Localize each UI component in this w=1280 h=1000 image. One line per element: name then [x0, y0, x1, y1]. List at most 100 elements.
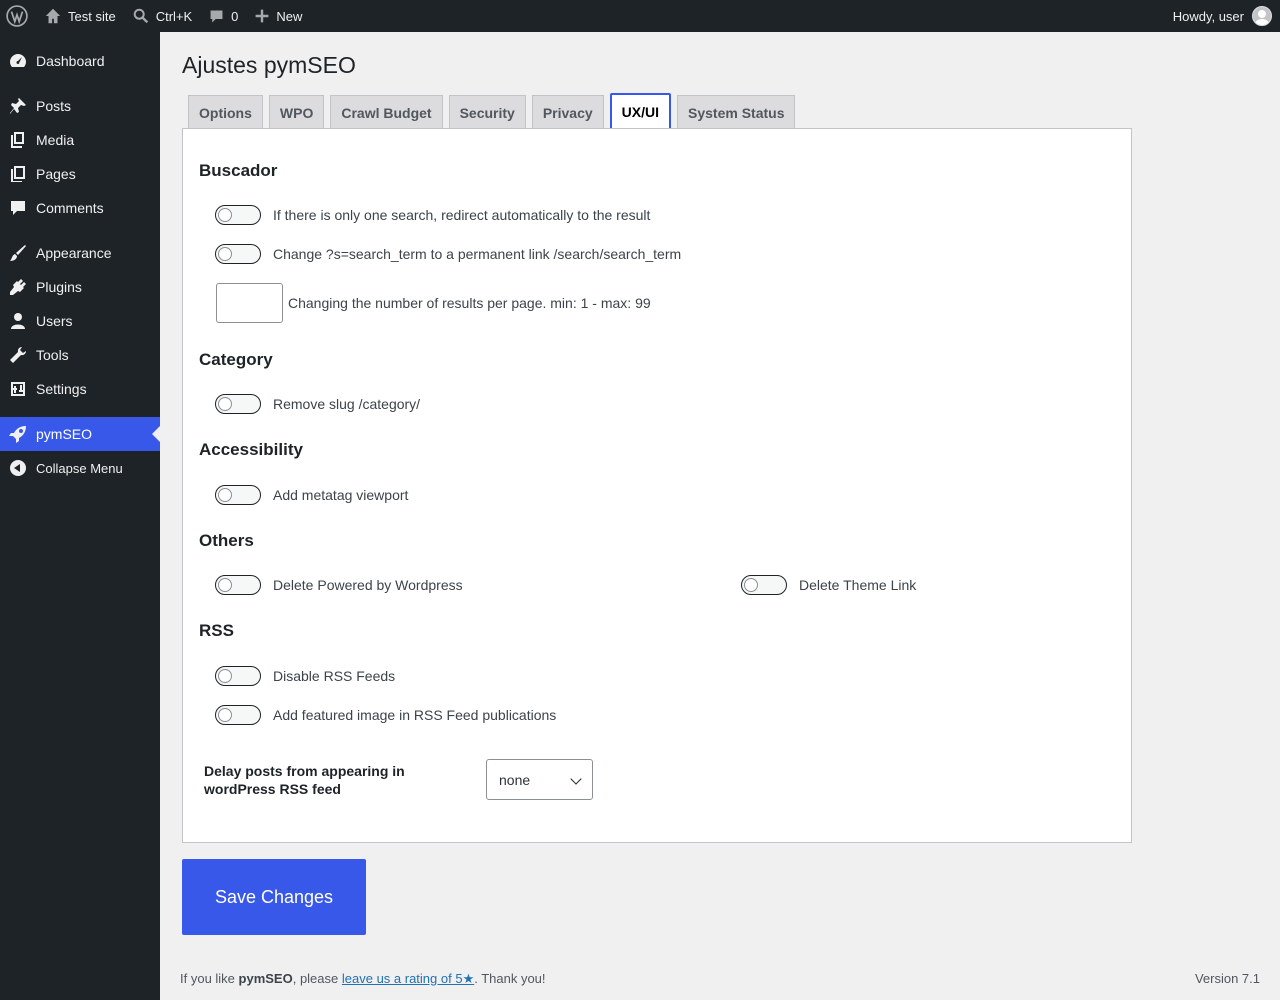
setting-disable-rss: Disable RSS Feeds	[215, 666, 395, 686]
save-changes-button[interactable]: Save Changes	[182, 859, 366, 935]
admin-footer: If you like pymSEO, please leave us a ra…	[180, 971, 1260, 987]
sidebar-item-dashboard[interactable]: Dashboard	[0, 44, 160, 78]
admin-bar: Test site Ctrl+K 0 New Howdy, user	[0, 0, 1280, 32]
wrench-icon	[10, 346, 27, 363]
search-shortcut: Ctrl+K	[155, 8, 193, 24]
collapse-menu-button[interactable]: Collapse Menu	[0, 451, 160, 485]
settings-panel: Buscador If there is only one search, re…	[182, 128, 1132, 843]
settings-tabs: Options WPO Crawl Budget Security Privac…	[182, 93, 1260, 131]
footer-brand: pymSEO	[238, 971, 293, 986]
rating-link[interactable]: leave us a rating of 5★	[342, 971, 474, 986]
sidebar-item-label: pymSEO	[36, 426, 93, 442]
section-heading-category: Category	[199, 350, 273, 369]
tab-options[interactable]: Options	[188, 95, 263, 129]
dashboard-icon	[10, 54, 26, 67]
media-icon	[11, 132, 24, 148]
setting-label: If there is only one search, redirect au…	[273, 207, 651, 223]
pin-icon	[10, 98, 26, 114]
toggle-switch[interactable]	[741, 575, 787, 595]
tab-security[interactable]: Security	[448, 95, 526, 129]
tab-crawl-budget[interactable]: Crawl Budget	[330, 95, 443, 129]
toggle-switch[interactable]	[215, 205, 261, 225]
setting-metatag-viewport: Add metatag viewport	[215, 485, 408, 505]
setting-label: Changing the number of results per page.…	[288, 295, 651, 311]
new-content-link[interactable]: New	[246, 0, 310, 32]
section-heading-others: Others	[199, 531, 254, 550]
sidebar-item-users[interactable]: Users	[0, 304, 160, 338]
sidebar-item-label: Media	[36, 132, 75, 148]
setting-label: Disable RSS Feeds	[273, 668, 396, 684]
rss-delay-select[interactable]: none	[486, 759, 593, 800]
version-text: Version 7.1	[1194, 971, 1260, 986]
sidebar-item-plugins[interactable]: Plugins	[0, 270, 160, 304]
sidebar-item-pages[interactable]: Pages	[0, 157, 160, 191]
search-icon	[133, 8, 148, 24]
sidebar-item-label: Tools	[36, 347, 69, 363]
setting-redirect-single-search: If there is only one search, redirect au…	[215, 205, 650, 225]
section-heading-buscador: Buscador	[199, 161, 278, 180]
avatar	[1252, 6, 1272, 26]
sliders-icon	[11, 382, 25, 396]
toggle-switch[interactable]	[215, 244, 261, 264]
sidebar-item-label: Plugins	[36, 279, 82, 295]
setting-delete-theme-link: Delete Theme Link	[741, 575, 916, 595]
pages-icon	[11, 166, 25, 182]
setting-results-per-page: Changing the number of results per page.…	[216, 283, 651, 323]
toggle-switch[interactable]	[215, 705, 261, 725]
page-title: Ajustes pymSEO	[182, 52, 356, 78]
sidebar-item-label: Posts	[36, 98, 72, 114]
tab-wpo[interactable]: WPO	[268, 95, 325, 129]
results-per-page-input[interactable]	[216, 283, 283, 323]
toggle-switch[interactable]	[215, 666, 261, 686]
plug-icon	[10, 279, 26, 295]
sidebar-item-label: Settings	[36, 381, 87, 397]
site-name: Test site	[68, 8, 116, 24]
footer-middle: , please	[292, 971, 342, 986]
command-palette-button[interactable]: Ctrl+K	[124, 0, 200, 32]
rocket-icon	[9, 426, 26, 443]
setting-label: Add metatag viewport	[273, 487, 409, 503]
setting-delete-powered-by: Delete Powered by Wordpress	[215, 575, 463, 595]
comment-icon	[11, 201, 25, 215]
footer-prefix: If you like	[180, 971, 239, 986]
setting-remove-category-slug: Remove slug /category/	[215, 394, 420, 414]
comments-link[interactable]: 0	[200, 0, 246, 32]
sidebar-item-label: Dashboard	[36, 53, 105, 69]
section-heading-rss: RSS	[199, 621, 234, 640]
chevron-down-icon	[570, 773, 582, 785]
sidebar-item-label: Users	[36, 313, 73, 329]
home-icon	[45, 8, 61, 24]
new-label: New	[276, 8, 303, 24]
setting-rss-featured-image: Add featured image in RSS Feed publicati…	[215, 705, 556, 725]
setting-label: Delete Theme Link	[799, 577, 917, 593]
wordpress-logo-icon[interactable]	[0, 0, 36, 32]
setting-label: Change ?s=search_term to a permanent lin…	[273, 246, 682, 262]
rss-delay-label: Delay posts from appearing in wordPress …	[204, 763, 405, 797]
footer-suffix: . Thank you!	[474, 971, 546, 986]
sidebar-item-posts[interactable]: Posts	[0, 89, 160, 123]
plus-icon	[256, 9, 269, 23]
setting-permalink-search: Change ?s=search_term to a permanent lin…	[215, 244, 681, 264]
setting-label: Add featured image in RSS Feed publicati…	[273, 707, 557, 723]
setting-label: Delete Powered by Wordpress	[273, 577, 463, 593]
tab-system-status[interactable]: System Status	[677, 95, 796, 129]
sidebar-item-label: Comments	[36, 200, 104, 216]
setting-label: Remove slug /category/	[273, 396, 421, 412]
user-icon	[11, 313, 25, 329]
tab-ux-ui[interactable]: UX/UI	[609, 93, 671, 131]
sidebar-item-settings[interactable]: Settings	[0, 372, 160, 406]
comment-icon	[210, 10, 223, 22]
toggle-switch[interactable]	[215, 394, 261, 414]
sidebar-item-appearance[interactable]: Appearance	[0, 236, 160, 270]
tab-privacy[interactable]: Privacy	[531, 95, 604, 129]
sidebar-item-pymseo[interactable]: pymSEO	[0, 417, 160, 451]
sidebar-item-media[interactable]: Media	[0, 123, 160, 157]
sidebar-item-comments[interactable]: Comments	[0, 191, 160, 225]
toggle-switch[interactable]	[215, 575, 261, 595]
my-account[interactable]: Howdy, user	[1173, 6, 1280, 26]
toggle-switch[interactable]	[215, 485, 261, 505]
sidebar-item-tools[interactable]: Tools	[0, 338, 160, 372]
admin-sidebar: Dashboard Posts Media Pages Comments App…	[0, 32, 160, 1000]
sidebar-item-label: Pages	[36, 166, 76, 182]
site-name-link[interactable]: Test site	[36, 0, 124, 32]
